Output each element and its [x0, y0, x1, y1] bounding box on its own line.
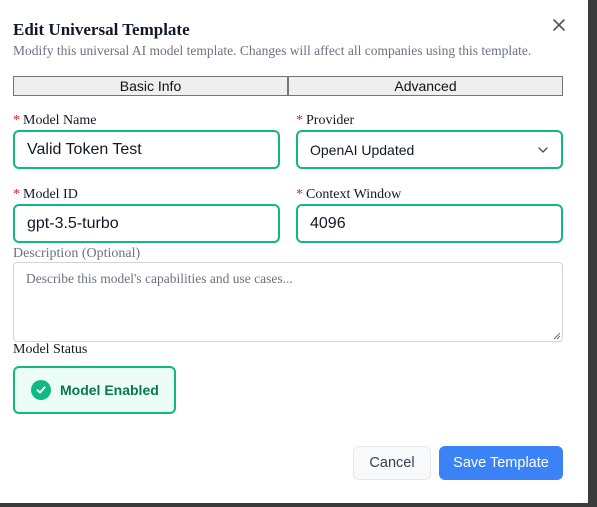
- required-marker: *: [296, 113, 303, 128]
- required-marker: *: [13, 113, 20, 128]
- model-id-input[interactable]: gpt-3.5-turbo: [13, 204, 280, 243]
- dialog-subtitle: Modify this universal AI model template.…: [13, 43, 532, 58]
- provider-label-text: Provider: [306, 113, 355, 128]
- backdrop-overlay: [588, 0, 597, 507]
- model-name-value: Valid Token Test: [27, 140, 142, 158]
- required-marker: *: [296, 187, 303, 202]
- model-id-label: * Model ID: [13, 187, 78, 203]
- description-label: Description (Optional): [13, 246, 141, 261]
- context-window-value: 4096: [310, 214, 346, 232]
- check-circle-icon: [31, 380, 51, 400]
- resize-grip-icon[interactable]: [551, 330, 561, 340]
- context-window-label: * Context Window: [296, 187, 401, 203]
- model-id-label-text: Model ID: [23, 187, 78, 202]
- close-icon: [553, 19, 565, 31]
- provider-label: * Provider: [296, 113, 354, 129]
- context-window-input[interactable]: 4096: [296, 204, 563, 243]
- model-status-label: Model Status: [13, 342, 88, 357]
- provider-select[interactable]: OpenAI Updated: [296, 130, 563, 169]
- context-window-label-text: Context Window: [306, 187, 402, 202]
- close-button[interactable]: [548, 14, 570, 36]
- dialog-title: Edit Universal Template: [13, 20, 190, 39]
- backdrop-overlay-bottom: [0, 503, 597, 507]
- description-textarea[interactable]: Describe this model's capabilities and u…: [13, 262, 563, 342]
- model-name-label-text: Model Name: [23, 113, 97, 128]
- model-status-toggle[interactable]: Model Enabled: [13, 366, 176, 414]
- model-id-value: gpt-3.5-turbo: [27, 214, 119, 232]
- tab-basic-info[interactable]: Basic Info: [13, 76, 288, 96]
- edit-template-dialog: Edit Universal Template Modify this univ…: [0, 0, 588, 503]
- tab-advanced[interactable]: Advanced: [288, 76, 563, 96]
- cancel-button[interactable]: Cancel: [353, 446, 431, 480]
- save-template-button[interactable]: Save Template: [439, 446, 563, 480]
- model-name-input[interactable]: Valid Token Test: [13, 130, 280, 169]
- provider-value: OpenAI Updated: [310, 141, 415, 158]
- required-marker: *: [13, 187, 20, 202]
- model-name-label: * Model Name: [13, 113, 96, 129]
- model-status-text: Model Enabled: [60, 382, 159, 398]
- description-placeholder: Describe this model's capabilities and u…: [26, 271, 293, 286]
- chevron-down-icon: [538, 147, 548, 153]
